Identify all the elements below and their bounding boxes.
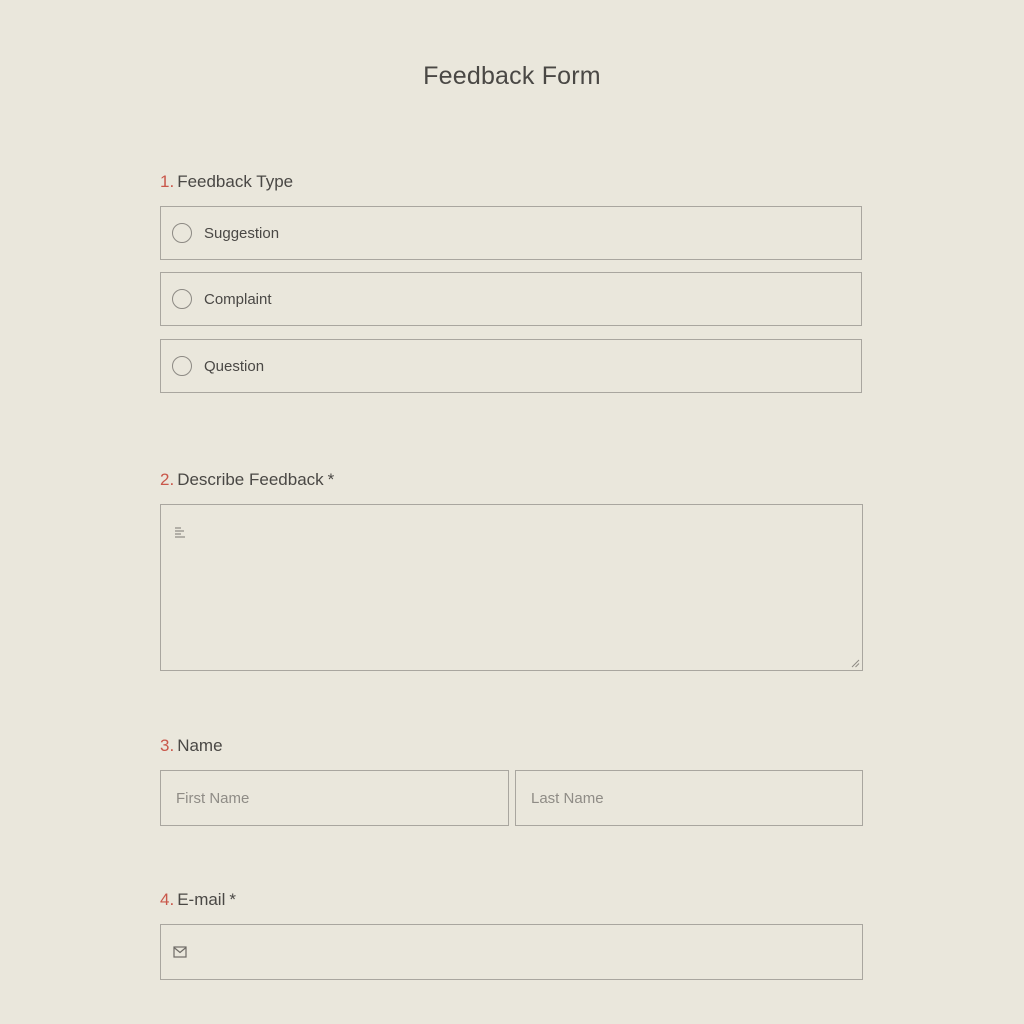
option-question[interactable]: Question <box>160 339 862 393</box>
first-name-input[interactable] <box>160 770 509 826</box>
describe-feedback-textarea[interactable] <box>160 504 863 671</box>
radio-button[interactable] <box>172 289 192 309</box>
resize-handle-icon[interactable] <box>851 659 860 668</box>
option-label: Suggestion <box>204 224 280 242</box>
option-complaint[interactable]: Complaint <box>160 272 862 326</box>
question-number: 2. <box>160 470 175 489</box>
option-label: Complaint <box>204 290 272 308</box>
radio-button[interactable] <box>172 356 192 376</box>
question-text: E-mail <box>177 890 226 909</box>
required-mark: * <box>229 890 236 909</box>
envelope-icon <box>173 946 187 958</box>
form-title: Feedback Form <box>423 62 601 90</box>
text-lines-icon <box>175 527 185 538</box>
question-text: Name <box>177 736 223 755</box>
required-mark: * <box>327 470 335 489</box>
question-email-label: 4. E-mail * <box>160 890 236 910</box>
question-name-label: 3. Name <box>160 736 223 756</box>
question-number: 3. <box>160 736 175 755</box>
radio-button[interactable] <box>172 223 192 243</box>
question-describe-feedback-label: 2. Describe Feedback * <box>160 470 334 490</box>
last-name-input[interactable] <box>515 770 863 826</box>
question-feedback-type-label: 1. Feedback Type <box>160 172 293 192</box>
question-number: 1. <box>160 172 175 191</box>
option-suggestion[interactable]: Suggestion <box>160 206 862 260</box>
question-text: Describe Feedback <box>177 470 324 489</box>
question-number: 4. <box>160 890 175 909</box>
option-label: Question <box>204 357 265 375</box>
email-input[interactable] <box>160 924 863 980</box>
question-text: Feedback Type <box>177 172 294 191</box>
